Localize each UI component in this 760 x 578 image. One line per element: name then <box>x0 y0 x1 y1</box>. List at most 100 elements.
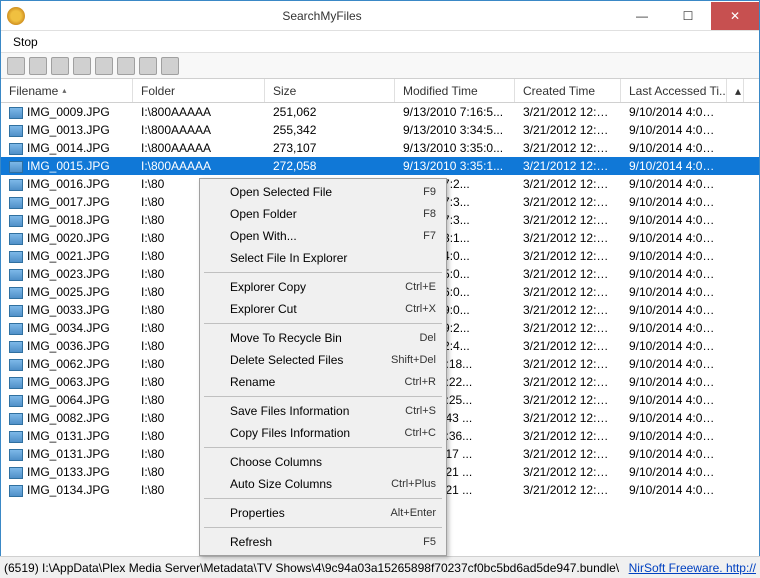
file-icon <box>9 233 23 245</box>
file-icon <box>9 197 23 209</box>
context-menu-shortcut: Ctrl+Plus <box>391 478 436 490</box>
context-menu-label: Rename <box>230 375 405 389</box>
col-filename[interactable]: Filename▴ <box>1 79 133 102</box>
file-icon <box>9 449 23 461</box>
context-menu-separator <box>204 498 442 499</box>
context-menu-item[interactable]: Open FolderF8 <box>202 203 444 225</box>
context-menu-shortcut: Ctrl+E <box>405 281 436 293</box>
context-menu-label: Open Selected File <box>230 185 423 199</box>
context-menu-shortcut: F7 <box>423 230 436 242</box>
context-menu-separator <box>204 272 442 273</box>
context-menu-label: Refresh <box>230 535 423 549</box>
context-menu-item[interactable]: Explorer CopyCtrl+E <box>202 276 444 298</box>
file-icon <box>9 485 23 497</box>
context-menu-item[interactable]: Choose Columns <box>202 451 444 473</box>
context-menu-shortcut: Ctrl+S <box>405 405 436 417</box>
context-menu-shortcut: Del <box>419 332 436 344</box>
context-menu-label: Properties <box>230 506 390 520</box>
col-scrollbar-head: ▴ <box>727 79 744 102</box>
file-icon <box>9 107 23 119</box>
context-menu-item[interactable]: RefreshF5 <box>202 531 444 553</box>
status-path: (6519) I:\AppData\Plex Media Server\Meta… <box>4 561 629 575</box>
col-accessed[interactable]: Last Accessed Ti... <box>621 79 727 102</box>
context-menu-shortcut: F8 <box>423 208 436 220</box>
file-icon <box>9 251 23 263</box>
context-menu-label: Auto Size Columns <box>230 477 391 491</box>
file-icon <box>9 431 23 443</box>
context-menu-separator <box>204 396 442 397</box>
file-icon <box>9 305 23 317</box>
toolbar-icon-8[interactable] <box>161 57 179 75</box>
col-folder[interactable]: Folder <box>133 79 265 102</box>
menubar: Stop <box>1 31 759 53</box>
table-row[interactable]: IMG_0015.JPGI:\800AAAAA272,0589/13/2010 … <box>1 157 759 175</box>
file-icon <box>9 359 23 371</box>
file-icon <box>9 413 23 425</box>
context-menu-shortcut: F5 <box>423 536 436 548</box>
file-icon <box>9 143 23 155</box>
context-menu-label: Explorer Cut <box>230 302 405 316</box>
file-icon <box>9 395 23 407</box>
file-icon <box>9 269 23 281</box>
close-button[interactable]: ✕ <box>711 2 759 30</box>
context-menu-item[interactable]: RenameCtrl+R <box>202 371 444 393</box>
menu-stop[interactable]: Stop <box>7 33 44 51</box>
context-menu-item[interactable]: PropertiesAlt+Enter <box>202 502 444 524</box>
statusbar: (6519) I:\AppData\Plex Media Server\Meta… <box>0 556 760 578</box>
table-header: Filename▴ Folder Size Modified Time Crea… <box>1 79 759 103</box>
context-menu-separator <box>204 527 442 528</box>
toolbar <box>1 53 759 79</box>
context-menu-shortcut: Ctrl+C <box>405 427 436 439</box>
toolbar-icon-5[interactable] <box>95 57 113 75</box>
status-link[interactable]: NirSoft Freeware. http:// <box>629 561 756 575</box>
col-size[interactable]: Size <box>265 79 395 102</box>
table-row[interactable]: IMG_0014.JPGI:\800AAAAA273,1079/13/2010 … <box>1 139 759 157</box>
col-modified[interactable]: Modified Time <box>395 79 515 102</box>
context-menu-label: Move To Recycle Bin <box>230 331 419 345</box>
context-menu-item[interactable]: Open Selected FileF9 <box>202 181 444 203</box>
toolbar-icon-2[interactable] <box>29 57 47 75</box>
context-menu-label: Save Files Information <box>230 404 405 418</box>
context-menu-label: Copy Files Information <box>230 426 405 440</box>
minimize-button[interactable]: — <box>619 2 665 30</box>
context-menu-item[interactable]: Move To Recycle BinDel <box>202 327 444 349</box>
context-menu-item[interactable]: Select File In Explorer <box>202 247 444 269</box>
file-icon <box>9 125 23 137</box>
context-menu-shortcut: Ctrl+X <box>405 303 436 315</box>
app-icon <box>7 7 25 25</box>
context-menu-label: Delete Selected Files <box>230 353 391 367</box>
context-menu-separator <box>204 323 442 324</box>
col-created[interactable]: Created Time <box>515 79 621 102</box>
context-menu-label: Select File In Explorer <box>230 251 436 265</box>
context-menu[interactable]: Open Selected FileF9Open FolderF8Open Wi… <box>199 178 447 556</box>
toolbar-icon-4[interactable] <box>73 57 91 75</box>
file-icon <box>9 161 23 173</box>
table-row[interactable]: IMG_0013.JPGI:\800AAAAA255,3429/13/2010 … <box>1 121 759 139</box>
context-menu-shortcut: F9 <box>423 186 436 198</box>
titlebar: SearchMyFiles — ☐ ✕ <box>1 1 759 31</box>
window-title: SearchMyFiles <box>25 9 619 23</box>
file-icon <box>9 377 23 389</box>
context-menu-item[interactable]: Auto Size ColumnsCtrl+Plus <box>202 473 444 495</box>
context-menu-item[interactable]: Save Files InformationCtrl+S <box>202 400 444 422</box>
context-menu-item[interactable]: Copy Files InformationCtrl+C <box>202 422 444 444</box>
context-menu-item[interactable]: Explorer CutCtrl+X <box>202 298 444 320</box>
file-icon <box>9 341 23 353</box>
context-menu-item[interactable]: Open With...F7 <box>202 225 444 247</box>
context-menu-shortcut: Alt+Enter <box>390 507 436 519</box>
maximize-button[interactable]: ☐ <box>665 2 711 30</box>
context-menu-label: Explorer Copy <box>230 280 405 294</box>
context-menu-shortcut: Shift+Del <box>391 354 436 366</box>
sort-asc-icon: ▴ <box>62 86 66 95</box>
toolbar-icon-7[interactable] <box>139 57 157 75</box>
toolbar-icon-3[interactable] <box>51 57 69 75</box>
table-row[interactable]: IMG_0009.JPGI:\800AAAAA251,0629/13/2010 … <box>1 103 759 121</box>
toolbar-icon-6[interactable] <box>117 57 135 75</box>
context-menu-separator <box>204 447 442 448</box>
context-menu-item[interactable]: Delete Selected FilesShift+Del <box>202 349 444 371</box>
toolbar-icon-1[interactable] <box>7 57 25 75</box>
file-icon <box>9 287 23 299</box>
context-menu-shortcut: Ctrl+R <box>405 376 436 388</box>
context-menu-label: Open With... <box>230 229 423 243</box>
file-icon <box>9 215 23 227</box>
